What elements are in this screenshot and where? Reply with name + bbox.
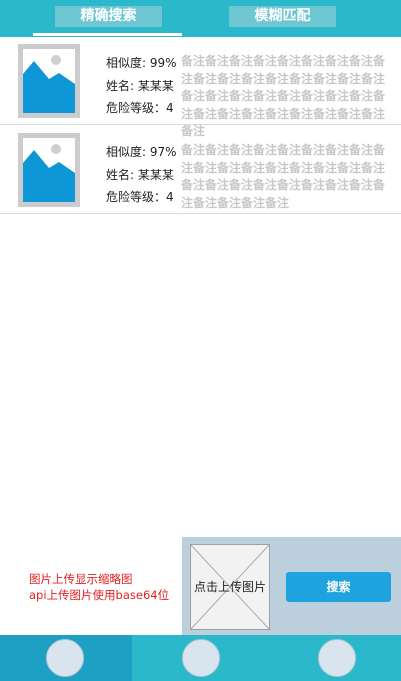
top-tab-bar: 精确搜索 模糊匹配: [0, 0, 401, 37]
name-text: 姓名: 某某某: [106, 78, 174, 93]
danger-level-text: 危险等级：4: [106, 101, 174, 115]
name-text: 姓名: 某某某: [106, 167, 174, 182]
image-placeholder-icon: [18, 44, 80, 118]
upload-label: 点击上传图片: [193, 580, 266, 594]
list-item[interactable]: 相似度: 97% 姓名: 某某某 危险等级：4 备注备注备注备注备注备注备注备注…: [0, 126, 401, 214]
tab-exact-search[interactable]: 精确搜索: [55, 6, 162, 27]
active-tab-indicator: [33, 33, 182, 36]
result-info: 相似度: 99% 姓名: 某某某 危险等级：4: [106, 52, 177, 120]
remark-text: 备注备注备注备注备注备注备注备注备注备注备注备注备注备注备注备注备注备注备注备注…: [181, 143, 386, 210]
upload-panel: 点击上传图片 搜索: [182, 537, 401, 635]
bottom-nav: [0, 635, 401, 681]
result-info: 相似度: 97% 姓名: 某某某 危险等级：4: [106, 141, 177, 209]
nav-item-1-circle-icon[interactable]: [46, 639, 84, 677]
upload-image-button[interactable]: 点击上传图片: [190, 544, 270, 630]
tab-fuzzy-match[interactable]: 模糊匹配: [229, 6, 336, 27]
note-line-1: 图片上传显示缩略图: [29, 572, 133, 586]
nav-item-2-circle-icon[interactable]: [182, 639, 220, 677]
danger-level-text: 危险等级：4: [106, 190, 174, 204]
nav-item-3-circle-icon[interactable]: [318, 639, 356, 677]
annotation-note: 图片上传显示缩略图 api上传图片使用base64位: [29, 571, 169, 603]
similarity-text: 相似度: 99%: [106, 56, 177, 70]
image-placeholder-icon: [18, 133, 80, 207]
search-button[interactable]: 搜索: [286, 572, 391, 602]
list-item[interactable]: 相似度: 99% 姓名: 某某某 危险等级：4 备注备注备注备注备注备注备注备注…: [0, 37, 401, 138]
note-line-2: api上传图片使用base64位: [29, 588, 170, 602]
similarity-text: 相似度: 97%: [106, 145, 177, 159]
